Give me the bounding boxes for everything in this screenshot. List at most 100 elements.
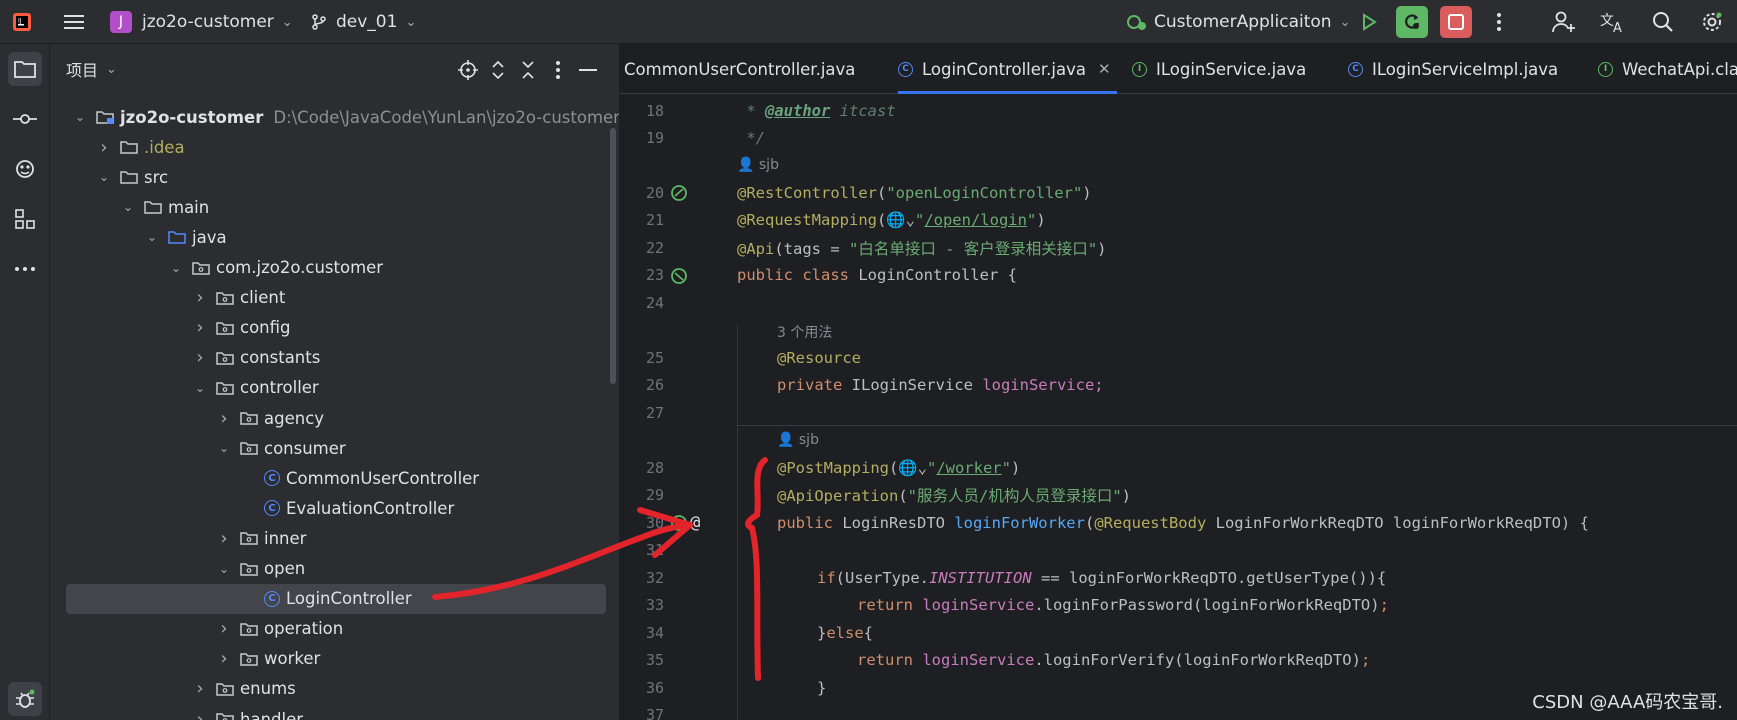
locate-file-icon[interactable] (456, 58, 480, 82)
tab-common-user-controller[interactable]: CommonUserController.java (624, 44, 855, 94)
tab-label: WechatApi.clas (1622, 59, 1737, 79)
tree-item[interactable]: ⌄ src (50, 162, 619, 192)
code-line[interactable]: 21 @RequestMapping(🌐⌄"/open/login") (620, 207, 1737, 235)
at-sign-icon[interactable]: @ (690, 513, 700, 533)
main-menu-icon[interactable] (58, 6, 90, 38)
tab-login-controller[interactable]: C LoginController.java ✕ (898, 44, 1117, 94)
code-line[interactable]: 24 (620, 289, 1737, 317)
code-line[interactable]: 19 */ (620, 125, 1737, 153)
chevron-right-icon[interactable]: › (192, 317, 208, 338)
tree-item[interactable]: ⌄ consumer (50, 433, 619, 463)
code-text: @Resource (777, 348, 861, 367)
tree-item[interactable]: › inner (50, 523, 619, 553)
chevron-right-icon[interactable]: › (192, 678, 208, 699)
tree-item[interactable]: › worker (50, 644, 619, 674)
tree-item[interactable]: › constants (50, 343, 619, 373)
tree-item[interactable]: C CommonUserController (50, 463, 619, 493)
tree-item-label: enums (240, 679, 296, 699)
code-line[interactable]: 23 public class LoginController { (620, 262, 1737, 290)
tree-item[interactable]: › config (50, 313, 619, 343)
code-line[interactable]: 35 return loginService.loginForVerify(lo… (620, 647, 1737, 675)
tree-item[interactable]: ⌄ main (50, 192, 619, 222)
run-icon[interactable] (1353, 6, 1385, 38)
tree-scrollbar[interactable] (610, 128, 616, 384)
tab-ilogin-service[interactable]: I ILoginService.java (1132, 44, 1306, 94)
chevron-right-icon[interactable]: › (192, 347, 208, 368)
project-folder-icon[interactable] (8, 52, 42, 86)
more-actions-icon[interactable] (1483, 6, 1515, 38)
tree-item[interactable]: › client (50, 283, 619, 313)
chevron-down-icon[interactable]: ⌄ (72, 110, 88, 124)
run-config-selector[interactable]: CustomerApplicaiton ⌄ (1126, 0, 1350, 44)
spring-bean-gutter-icon[interactable] (670, 184, 688, 202)
code-line[interactable]: 18 * @author itcast (620, 97, 1737, 125)
ai-assistant-icon[interactable] (8, 152, 42, 186)
close-tab-icon[interactable]: ✕ (1098, 60, 1111, 78)
author-hint[interactable]: 👤 sjb (737, 157, 779, 173)
chevron-down-icon[interactable]: ⌄ (144, 230, 160, 244)
tree-item[interactable]: ⌄ controller (50, 373, 619, 403)
tree-item[interactable]: ⌄ java (50, 222, 619, 252)
chevron-right-icon[interactable]: › (216, 618, 232, 639)
structure-icon[interactable] (8, 202, 42, 236)
chevron-right-icon[interactable]: › (192, 287, 208, 308)
project-selector[interactable]: J jzo2o-customer ⌄ (110, 0, 293, 44)
code-line[interactable]: 22 @Api(tags = "白名单接口 - 客户登录相关接口") (620, 234, 1737, 262)
commit-icon[interactable] (8, 102, 42, 136)
chevron-right-icon[interactable]: › (216, 408, 232, 429)
code-line[interactable]: 29 @ApiOperation("服务人员/机构人员登录接口") (620, 482, 1737, 510)
code-line[interactable]: 31 (620, 537, 1737, 565)
tree-item[interactable]: › enums (50, 674, 619, 704)
options-icon[interactable] (546, 58, 570, 82)
chevron-right-icon[interactable]: › (96, 137, 112, 158)
tree-item[interactable]: C EvaluationController (50, 493, 619, 523)
tree-item[interactable]: › operation (50, 614, 619, 644)
hide-panel-icon[interactable] (576, 58, 600, 82)
stop-icon[interactable] (1440, 6, 1472, 38)
rerun-icon[interactable] (1396, 6, 1428, 38)
package-icon (216, 321, 234, 335)
settings-gear-icon[interactable] (1696, 6, 1728, 38)
branch-selector[interactable]: dev_01 ⌄ (310, 0, 416, 44)
chevron-down-icon[interactable]: ⌄ (216, 441, 232, 455)
code-line[interactable]: 34 }else{ (620, 619, 1737, 647)
chevron-down-icon[interactable]: ⌄ (96, 170, 112, 184)
tree-item[interactable]: › agency (50, 403, 619, 433)
intellij-logo-icon[interactable]: IJ (6, 6, 38, 38)
code-line[interactable]: 25 @Resource (620, 344, 1737, 372)
tree-item[interactable]: › handler (50, 704, 619, 720)
chevron-right-icon[interactable]: › (216, 528, 232, 549)
translate-icon[interactable]: 文A (1597, 6, 1629, 38)
tree-item[interactable]: C LoginController (50, 583, 619, 614)
expand-all-icon[interactable] (486, 58, 510, 82)
search-icon[interactable] (1647, 6, 1679, 38)
chevron-down-icon[interactable]: ⌄ (120, 200, 136, 214)
author-hint[interactable]: 👤 sjb (777, 432, 819, 448)
code-line[interactable]: 20 @RestController("openLoginController"… (620, 179, 1737, 207)
code-line[interactable]: 32 if(UserType.INSTITUTION == loginForWo… (620, 564, 1737, 592)
chevron-down-icon[interactable]: ⌄ (192, 381, 208, 395)
tree-item[interactable]: ⌄ jzo2o-customer D:\Code\JavaCode\YunLan\j… (50, 102, 619, 132)
tab-wechat-api[interactable]: I WechatApi.clas (1598, 44, 1737, 94)
code-line[interactable]: 26 private ILoginService loginService; (620, 372, 1737, 400)
code-line[interactable]: 28 @PostMapping(🌐⌄"/worker") (620, 454, 1737, 482)
code-line[interactable]: 30 @ public LoginResDTO loginForWorker(@… (620, 509, 1737, 537)
chevron-right-icon[interactable]: › (216, 648, 232, 669)
chevron-down-icon[interactable]: ⌄ (216, 562, 232, 576)
add-user-icon[interactable] (1548, 6, 1580, 38)
tree-item[interactable]: › .idea (50, 132, 619, 162)
tree-item[interactable]: ⌄ open (50, 554, 619, 584)
endpoint-gutter-icon[interactable] (670, 514, 688, 532)
project-panel-header[interactable]: 项目 ⌄ (66, 44, 117, 94)
chevron-down-icon[interactable]: ⌄ (168, 261, 184, 275)
spring-bean-gutter-icon[interactable] (670, 267, 688, 285)
tree-item[interactable]: ⌄ com.jzo2o.customer (50, 253, 619, 283)
code-line[interactable]: 27 (620, 399, 1737, 427)
tab-ilogin-service-impl[interactable]: C ILoginServiceImpl.java (1348, 44, 1558, 94)
chevron-right-icon[interactable]: › (192, 709, 208, 720)
collapse-all-icon[interactable] (516, 58, 540, 82)
debug-icon[interactable] (8, 682, 42, 716)
usages-hint[interactable]: 3 个用法 (777, 322, 832, 342)
code-line[interactable]: 33 return loginService.loginForPassword(… (620, 592, 1737, 620)
more-tools-icon[interactable] (8, 252, 42, 286)
